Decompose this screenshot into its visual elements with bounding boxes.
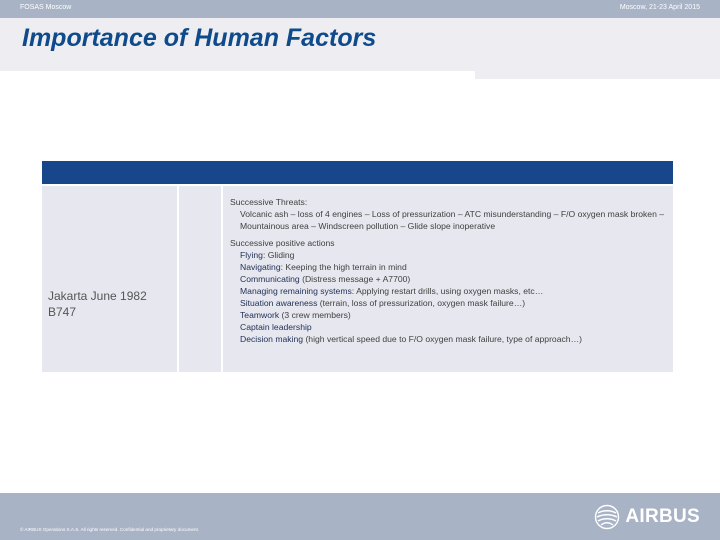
action-item: Flying: Gliding bbox=[230, 249, 670, 261]
action-key: Decision making bbox=[240, 334, 304, 344]
action-key: Captain leadership bbox=[240, 322, 312, 332]
action-key: Communicating bbox=[240, 274, 300, 284]
action-text: (3 crew members) bbox=[279, 310, 351, 320]
action-item: Managing remaining systems: Applying res… bbox=[230, 285, 670, 297]
action-key: Navigating bbox=[240, 262, 281, 272]
action-item: Teamwork (3 crew members) bbox=[230, 309, 670, 321]
copyright-notice: © AIRBUS Operations S.A.S. All rights re… bbox=[20, 527, 200, 532]
action-item: Communicating (Distress message + A7700) bbox=[230, 273, 670, 285]
action-key: Flying bbox=[240, 250, 263, 260]
footer-bar: © AIRBUS Operations S.A.S. All rights re… bbox=[0, 493, 720, 540]
case-table: Jakarta June 1982 B747 Successive Threat… bbox=[42, 161, 673, 372]
action-item: Captain leadership bbox=[230, 321, 670, 333]
action-key: Managing remaining systems bbox=[240, 286, 352, 296]
airbus-globe-icon bbox=[595, 504, 620, 530]
action-item: Decision making (high vertical speed due… bbox=[230, 333, 670, 345]
table-header bbox=[42, 161, 673, 184]
case-line-date: Jakarta June 1982 bbox=[48, 289, 147, 303]
action-item: Navigating: Keeping the high terrain in … bbox=[230, 261, 670, 273]
case-line-aircraft: B747 bbox=[48, 305, 77, 319]
action-text: : Keeping the high terrain in mind bbox=[280, 262, 407, 272]
airbus-logo: AIRBUS bbox=[594, 504, 700, 530]
action-text: : Gliding bbox=[262, 250, 295, 260]
threats-title: Successive Threats: bbox=[230, 197, 308, 207]
details-content: Successive Threats: Volcanic ash – loss … bbox=[230, 196, 670, 345]
action-item: Situation awareness (terrain, loss of pr… bbox=[230, 297, 670, 309]
action-text: (terrain, loss of pressurization, oxygen… bbox=[317, 298, 526, 308]
details-cell: Successive Threats: Volcanic ash – loss … bbox=[223, 186, 673, 372]
event-name: FOSAS Moscow bbox=[20, 4, 72, 11]
action-text: (Distress message + A7700) bbox=[299, 274, 411, 284]
page-title: Importance of Human Factors bbox=[22, 24, 377, 52]
action-key: Teamwork bbox=[240, 310, 280, 320]
top-bar: FOSAS Moscow Moscow, 21-23 April 2015 bbox=[0, 0, 720, 18]
action-text: (high vertical speed due to F/O oxygen m… bbox=[303, 334, 583, 344]
threats-text: Volcanic ash – loss of 4 engines – Loss … bbox=[240, 209, 665, 231]
event-date: Moscow, 21-23 April 2015 bbox=[619, 4, 700, 11]
action-key: Situation awareness bbox=[240, 298, 318, 308]
case-cell: Jakarta June 1982 B747 bbox=[42, 186, 177, 372]
airbus-wordmark: AIRBUS bbox=[625, 506, 700, 527]
case-label: Jakarta June 1982 B747 bbox=[48, 288, 147, 320]
action-text: : Applying restart drills, using oxygen … bbox=[351, 286, 544, 296]
actions-title: Successive positive actions bbox=[230, 238, 335, 248]
title-band-extension bbox=[475, 71, 720, 79]
spacer-cell bbox=[179, 186, 221, 372]
